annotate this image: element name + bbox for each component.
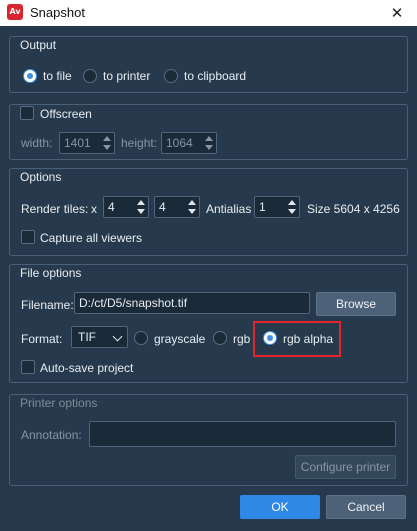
auto-save-project-label[interactable]: Auto-save project bbox=[40, 361, 133, 375]
spin-arrows[interactable] bbox=[186, 198, 198, 216]
offscreen-width-spinbox[interactable]: 1401 bbox=[59, 132, 115, 154]
offscreen-width-value[interactable]: 1401 bbox=[64, 136, 91, 150]
output-group bbox=[9, 36, 408, 93]
render-tiles-label: Render tiles: bbox=[21, 202, 89, 216]
options-group-label: Options bbox=[20, 170, 62, 184]
grayscale-label[interactable]: grayscale bbox=[154, 332, 205, 346]
output-to-clipboard-radio[interactable] bbox=[164, 69, 178, 83]
tiles-y-value[interactable]: 4 bbox=[159, 200, 166, 214]
offscreen-checkbox[interactable] bbox=[20, 106, 34, 120]
filename-input[interactable]: D:/ct/D5/snapshot.tif bbox=[74, 292, 310, 314]
offscreen-width-label: width: bbox=[21, 136, 53, 150]
title-bar: Av Snapshot ✕ bbox=[0, 0, 417, 26]
window-title: Snapshot bbox=[30, 5, 85, 20]
format-select-value[interactable]: TIF bbox=[78, 330, 96, 344]
spin-up-icon[interactable] bbox=[103, 136, 111, 141]
grayscale-radio[interactable] bbox=[134, 331, 148, 345]
spin-down-icon[interactable] bbox=[188, 209, 196, 214]
spin-arrows[interactable] bbox=[203, 134, 215, 152]
spin-down-icon[interactable] bbox=[205, 145, 213, 150]
offscreen-height-value[interactable]: 1064 bbox=[166, 136, 193, 150]
offscreen-height-label: height: bbox=[121, 136, 158, 150]
spin-arrows[interactable] bbox=[135, 198, 147, 216]
spin-up-icon[interactable] bbox=[288, 200, 296, 205]
chevron-down-icon[interactable] bbox=[112, 331, 123, 342]
browse-button[interactable]: Browse bbox=[316, 292, 396, 316]
rgb-radio[interactable] bbox=[213, 331, 227, 345]
output-to-printer-radio[interactable] bbox=[83, 69, 97, 83]
auto-save-project-checkbox[interactable] bbox=[21, 360, 35, 374]
offscreen-height-spinbox[interactable]: 1064 bbox=[161, 132, 217, 154]
output-to-file-label[interactable]: to file bbox=[43, 69, 72, 83]
printer-options-group-label: Printer options bbox=[20, 396, 98, 410]
ok-button[interactable]: OK bbox=[240, 495, 320, 519]
close-icon[interactable]: ✕ bbox=[385, 1, 409, 25]
tiles-x-value[interactable]: 4 bbox=[108, 200, 115, 214]
cancel-button[interactable]: Cancel bbox=[326, 495, 406, 519]
tiles-x-spinbox[interactable]: 4 bbox=[103, 196, 149, 218]
file-options-group-label: File options bbox=[20, 266, 82, 280]
configure-printer-button[interactable]: Configure printer bbox=[295, 455, 396, 479]
capture-all-viewers-checkbox[interactable] bbox=[21, 230, 35, 244]
annotation-input[interactable] bbox=[89, 421, 396, 447]
format-select[interactable]: TIF bbox=[71, 326, 128, 348]
filename-label: Filename: bbox=[21, 298, 74, 312]
output-to-printer-label[interactable]: to printer bbox=[103, 69, 150, 83]
output-to-clipboard-label[interactable]: to clipboard bbox=[184, 69, 246, 83]
spin-down-icon[interactable] bbox=[137, 209, 145, 214]
render-tiles-x-label: x bbox=[91, 202, 97, 216]
offscreen-label[interactable]: Offscreen bbox=[40, 107, 92, 121]
format-label: Format: bbox=[21, 332, 63, 346]
antialias-spinbox[interactable]: 1 bbox=[254, 196, 300, 218]
antialias-label: Antialias bbox=[206, 202, 252, 216]
rgb-alpha-radio[interactable] bbox=[263, 331, 277, 345]
capture-all-viewers-label[interactable]: Capture all viewers bbox=[40, 231, 142, 245]
spin-arrows[interactable] bbox=[101, 134, 113, 152]
spin-down-icon[interactable] bbox=[288, 209, 296, 214]
spin-up-icon[interactable] bbox=[137, 200, 145, 205]
rgb-alpha-label[interactable]: rgb alpha bbox=[283, 332, 333, 346]
app-logo-icon: Av bbox=[7, 4, 23, 20]
spin-up-icon[interactable] bbox=[188, 200, 196, 205]
render-size-text: Size 5604 x 4256 bbox=[307, 202, 400, 216]
spin-down-icon[interactable] bbox=[103, 145, 111, 150]
output-to-file-radio[interactable] bbox=[23, 69, 37, 83]
antialias-value[interactable]: 1 bbox=[259, 200, 266, 214]
spin-arrows[interactable] bbox=[286, 198, 298, 216]
tiles-y-spinbox[interactable]: 4 bbox=[154, 196, 200, 218]
annotation-label: Annotation: bbox=[21, 428, 82, 442]
output-group-label: Output bbox=[20, 38, 57, 52]
rgb-label[interactable]: rgb bbox=[233, 332, 250, 346]
spin-up-icon[interactable] bbox=[205, 136, 213, 141]
